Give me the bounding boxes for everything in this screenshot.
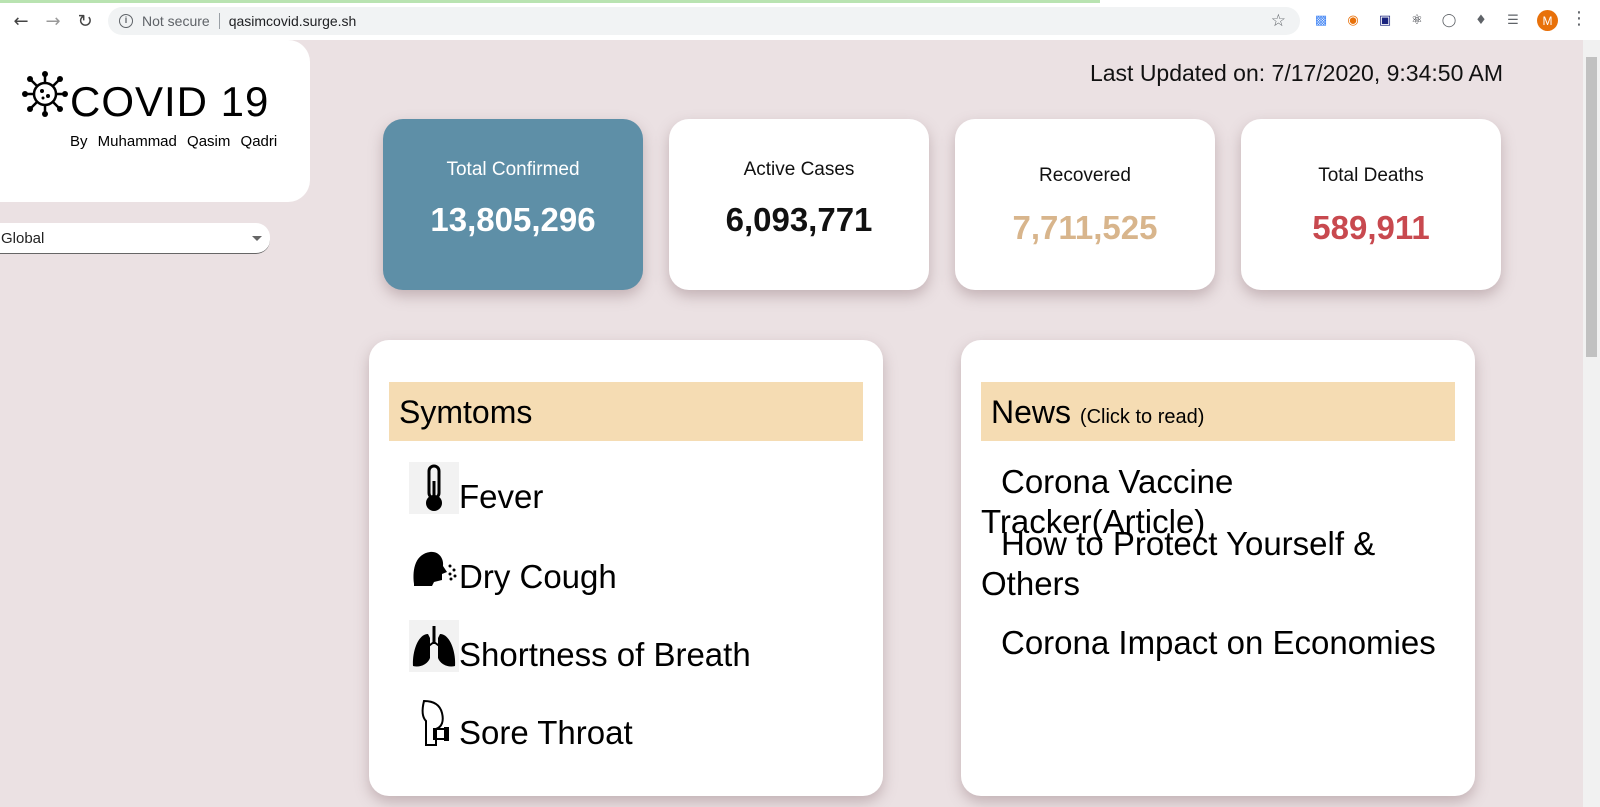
symptom-item: Sore Throat xyxy=(409,698,633,750)
stat-card-active-cases: Active Cases 6,093,771 xyxy=(669,119,929,290)
profile-avatar[interactable]: M xyxy=(1537,10,1558,31)
reload-icon[interactable]: ↻ xyxy=(73,9,97,33)
app-title: COVID 19 xyxy=(70,78,270,125)
browser-menu-icon[interactable]: ⋮ xyxy=(1570,9,1588,29)
stat-label: Total Confirmed xyxy=(446,159,580,180)
symptom-label: Sore Throat xyxy=(459,714,633,751)
media-control-icon[interactable]: ☰ xyxy=(1503,10,1523,30)
stat-value: 13,805,296 xyxy=(430,201,596,238)
news-link-protect-yourself[interactable]: How to Protect Yourself & Others xyxy=(981,524,1461,604)
extension-circle-icon[interactable]: ◯ xyxy=(1439,10,1459,30)
screen-extension-icon[interactable]: ▣ xyxy=(1375,10,1395,30)
react-devtools-icon[interactable]: ⚛ xyxy=(1407,10,1427,30)
stat-value: 7,711,525 xyxy=(1012,209,1158,246)
lungs-icon xyxy=(409,620,459,672)
symptom-label: Dry Cough xyxy=(459,558,617,595)
stat-card-total-deaths: Total Deaths 589,911 xyxy=(1241,119,1501,290)
translate-extension-icon[interactable]: ▩ xyxy=(1311,10,1331,30)
symptoms-header: Symtoms xyxy=(389,382,863,441)
brand-card: COVID 19 By Muhammad Qasim Qadri xyxy=(0,40,310,202)
symptoms-panel: Symtoms Fever Dry Cough Shortness of Bre… xyxy=(369,340,883,796)
browser-toolbar: ← → ↻ i Not secure qasimcovid.surge.sh ☆… xyxy=(0,0,1600,40)
bookmark-star-icon[interactable]: ☆ xyxy=(1271,11,1286,31)
news-panel: News (Click to read) Corona Vaccine Trac… xyxy=(961,340,1475,796)
url-text[interactable]: qasimcovid.surge.sh xyxy=(229,13,357,29)
symptom-item: Dry Cough xyxy=(409,542,617,594)
thermometer-icon xyxy=(409,462,459,514)
cough-icon xyxy=(409,542,459,594)
stat-value: 589,911 xyxy=(1312,209,1430,246)
address-bar[interactable]: i Not secure qasimcovid.surge.sh ☆ xyxy=(108,7,1300,35)
back-icon[interactable]: ← xyxy=(9,9,33,33)
extension-icon[interactable]: ◉ xyxy=(1343,10,1363,30)
stat-label: Active Cases xyxy=(743,159,855,180)
news-subheading: (Click to read) xyxy=(1079,406,1205,428)
symptom-item: Fever xyxy=(409,462,543,514)
stat-value: 6,093,771 xyxy=(725,201,873,238)
stat-label: Recovered xyxy=(1039,165,1131,186)
stat-label: Total Deaths xyxy=(1318,165,1424,186)
chevron-down-icon[interactable] xyxy=(252,236,262,241)
news-link-economies[interactable]: Corona Impact on Economies xyxy=(981,623,1461,663)
country-select-value: Global xyxy=(1,230,45,247)
virus-icon xyxy=(22,71,68,117)
stat-card-total-confirmed: Total Confirmed 13,805,296 xyxy=(383,119,643,290)
extensions-puzzle-icon[interactable]: ♦ xyxy=(1471,10,1491,30)
news-header: News (Click to read) xyxy=(981,382,1455,441)
country-select[interactable]: Global xyxy=(0,223,270,254)
throat-icon xyxy=(409,698,459,750)
divider xyxy=(218,13,220,29)
news-heading-text: News xyxy=(991,394,1072,430)
forward-icon[interactable]: → xyxy=(41,9,65,33)
info-icon[interactable]: i xyxy=(119,14,133,28)
symptoms-heading: Symtoms xyxy=(399,394,533,430)
page-load-progress xyxy=(0,0,1100,3)
author-byline: By Muhammad Qasim Qadri xyxy=(70,133,278,150)
security-label: Not secure xyxy=(142,13,210,29)
page-scrollbar[interactable] xyxy=(1583,40,1600,807)
stat-card-recovered: Recovered 7,711,525 xyxy=(955,119,1215,290)
news-heading: News (Click to read) xyxy=(991,394,1204,431)
last-updated-text: Last Updated on: 7/17/2020, 9:34:50 AM xyxy=(1089,60,1503,86)
symptom-label: Shortness of Breath xyxy=(459,636,751,673)
scrollbar-thumb[interactable] xyxy=(1586,57,1597,357)
symptom-label: Fever xyxy=(459,478,544,515)
symptom-item: Shortness of Breath xyxy=(409,620,751,672)
